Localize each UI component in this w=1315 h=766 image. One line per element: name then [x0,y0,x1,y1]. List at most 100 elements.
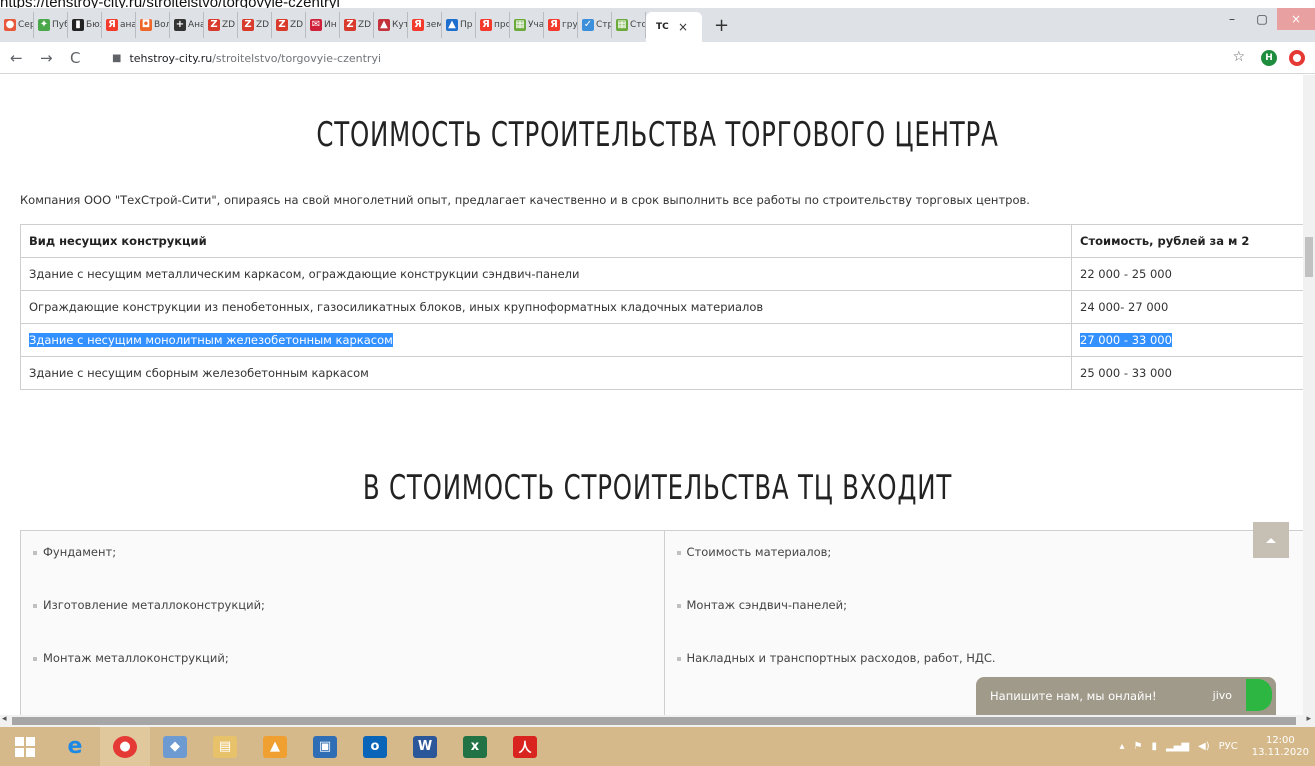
flag-icon[interactable]: ⚑ [1133,741,1142,752]
browser-tab[interactable]: ▦ Стс [612,12,646,38]
selected-text: 27 000 - 33 000 [1080,333,1172,347]
url-field[interactable]: ■ tehstroy-city.ru /stroitelstvo/torgovy… [112,49,381,67]
browser-tab[interactable]: ✉ Ин [306,12,340,38]
back-icon[interactable]: ← [10,49,23,67]
list-item: Стоимость материалов; [665,545,1308,598]
forward-icon[interactable]: → [40,49,53,67]
browser-tab[interactable]: Ягру [544,12,578,38]
scroll-thumb[interactable] [12,717,1296,725]
tab-title: ZD [290,20,304,30]
video-icon: ◘ [140,19,152,31]
taskbar-chrome[interactable]: ● [100,727,150,766]
browser-tab[interactable]: Яана [102,12,136,38]
tab-title: прс [494,20,509,30]
table-row: Здание с несущим металлическим каркасом,… [20,257,1308,291]
browser-tab[interactable]: Япрс [476,12,510,38]
vertical-scrollbar[interactable] [1303,75,1315,715]
browser-tab[interactable]: ▮Бюз [68,12,102,38]
list-item: Монтаж сэндвич-панелей; [665,598,1308,651]
active-browser-tab[interactable]: ТС × [646,12,702,42]
grid-icon: ▦ [616,19,628,31]
tab-title: ана [120,20,135,30]
tab-title: Ин [324,20,337,30]
signal-icon[interactable]: ▂▄▆ [1166,741,1189,752]
browser-tab[interactable]: ✦ Пуб [34,12,68,38]
mail-icon: ✉ [310,19,322,31]
taskbar-chart-app[interactable]: ▲ [250,727,300,766]
bird-icon: ▲ [378,19,390,31]
tab-title: Ана [188,20,203,30]
minimize-button[interactable]: – [1217,8,1247,30]
mountain-icon: ▲ [446,19,458,31]
new-tab-button[interactable]: + [714,15,729,36]
taskbar-outlook[interactable]: o [350,727,400,766]
browser-tab[interactable]: Язем [408,12,442,38]
zen-icon: Z [276,19,288,31]
start-button[interactable] [0,727,50,766]
tab-title: ZD [358,20,372,30]
profile-extension-icon[interactable]: H [1261,50,1277,66]
scroll-right-icon[interactable]: ▸ [1306,714,1311,724]
browser-tab[interactable]: + Ана [170,12,204,38]
yandex-icon: Я [480,19,492,31]
plus-square-icon: + [174,19,186,31]
taskbar-ie[interactable]: e [50,727,100,766]
close-window-button[interactable]: × [1277,8,1315,30]
table-row: Ограждающие конструкции из пенобетонных,… [20,290,1308,324]
photos-icon: ▣ [313,735,337,758]
browser-tab[interactable]: ▲ Кут [374,12,408,38]
check-circle-icon: ✓ [582,19,594,31]
browser-tab[interactable]: Z ZD [272,12,306,38]
tab-title: Вол [154,20,169,30]
scroll-thumb[interactable] [1305,237,1313,277]
yandex-icon: Я [106,19,118,31]
chart-app-icon: ▲ [263,735,287,758]
browser-tab[interactable]: Z ZD [340,12,374,38]
taskbar-paint[interactable]: ◆ [150,727,200,766]
tab-title: Сер [18,20,33,30]
pen-icon: ▮ [72,19,84,31]
browser-tab[interactable]: ✓ Стр [578,12,612,38]
taskbar-excel[interactable]: x [450,727,500,766]
chat-widget[interactable]: Напишите нам, мы онлайн! jivo [976,677,1276,715]
maximize-button[interactable]: ▢ [1247,8,1277,30]
tab-title: ZD [256,20,270,30]
pdf-icon: 人 [513,735,537,758]
browser-tab[interactable]: Z ZD [204,12,238,38]
table-cell: Здание с несущим монолитным железобетонн… [20,323,1072,357]
browser-tab[interactable]: ● Сер [0,12,34,38]
browser-tab[interactable]: ▲ Пр [442,12,476,38]
taskbar-explorer[interactable]: ▤ [200,727,250,766]
browser-tab[interactable]: ◘ Вол [136,12,170,38]
opera-extension-icon[interactable] [1289,50,1305,66]
tab-title: ZD [222,20,236,30]
word-icon: W [413,735,437,758]
scroll-to-top-button[interactable] [1253,522,1289,558]
taskbar-word[interactable]: W [400,727,450,766]
bookmark-star-icon[interactable]: ☆ [1232,49,1245,65]
tab-title: Стр [596,20,611,30]
clock[interactable]: 12:00 13.11.2020 [1252,735,1309,759]
close-tab-icon[interactable]: × [678,20,688,34]
horizontal-scrollbar[interactable]: ◂ ▸ [0,714,1315,727]
table-header-row: Вид несущих конструкций Стоимость, рубле… [20,224,1308,258]
browser-tab[interactable]: Z ZD [238,12,272,38]
grid-icon: ▦ [514,19,526,31]
tray-expand-icon[interactable]: ▴ [1119,741,1124,752]
network-icon[interactable]: ▮ [1151,741,1157,752]
taskbar-photos[interactable]: ▣ [300,727,350,766]
internet-explorer-icon: e [67,734,83,759]
zen-icon: Z [344,19,356,31]
browser-tab[interactable]: ▦ Уча [510,12,544,38]
reload-icon[interactable]: C [70,49,80,67]
scroll-left-icon[interactable]: ◂ [2,714,7,724]
tab-title: Пр [460,20,473,30]
paint-icon: ◆ [163,735,187,758]
intro-text: Компания ООО "ТехСтрой-Сити", опираясь н… [20,193,1030,207]
language-indicator[interactable]: РУС [1219,741,1238,752]
tab-title: ТС [656,22,669,32]
volume-icon[interactable]: ◀) [1198,741,1210,752]
window-controls: – ▢ × [1217,8,1315,34]
tab-title: Стс [630,20,645,30]
taskbar-acrobat[interactable]: 人 [500,727,550,766]
